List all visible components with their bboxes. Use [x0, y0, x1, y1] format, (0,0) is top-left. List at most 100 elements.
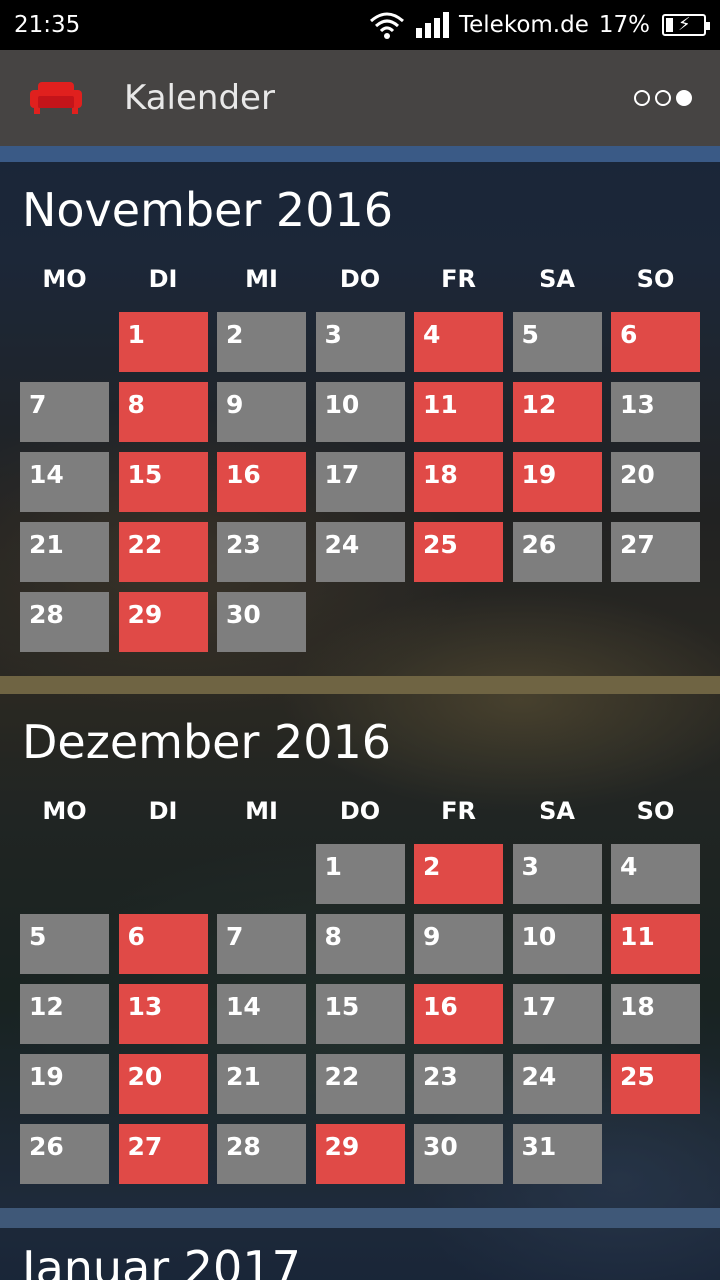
- carrier-name: Telekom.de: [459, 12, 589, 38]
- weekday-label: FR: [441, 265, 476, 293]
- month-january: Januar 2017: [0, 1208, 720, 1280]
- app-bar: Kalender: [0, 50, 720, 146]
- day-cell-highlighted[interactable]: 29: [118, 592, 208, 652]
- month-title: Dezember 2016: [22, 715, 392, 769]
- day-grid: 1 2 3 4 5 6 7 8 9 10 11 12 13 14 15 16 17 18 19 20 21 22 23 24 2…: [0, 312, 720, 652]
- day-cell-highlighted[interactable]: 11: [611, 914, 700, 974]
- day-cell[interactable]: 30: [414, 1124, 503, 1184]
- empty-cell: [217, 844, 306, 904]
- day-cell[interactable]: 14: [20, 452, 109, 512]
- day-cell[interactable]: 18: [611, 984, 700, 1044]
- day-cell[interactable]: 7: [217, 914, 306, 974]
- day-cell-highlighted[interactable]: 18: [414, 452, 503, 512]
- day-cell-highlighted[interactable]: 20: [118, 1054, 208, 1114]
- day-cell[interactable]: 10: [512, 914, 602, 974]
- weekday-label: MI: [245, 797, 278, 825]
- weekday-label: DO: [339, 265, 381, 293]
- day-cell[interactable]: 28: [217, 1124, 306, 1184]
- day-cell[interactable]: 22: [315, 1054, 405, 1114]
- day-cell[interactable]: 10: [315, 382, 405, 442]
- day-cell-highlighted[interactable]: 6: [611, 312, 700, 372]
- weekday-label: DI: [148, 797, 178, 825]
- battery-percent: 17%: [598, 12, 650, 38]
- month-title: Januar 2017: [22, 1241, 301, 1280]
- weekday-label: SO: [636, 797, 675, 825]
- pager-dot[interactable]: [655, 90, 671, 106]
- weekday-label: SO: [636, 265, 675, 293]
- day-cell-highlighted[interactable]: 6: [118, 914, 208, 974]
- day-cell-highlighted[interactable]: 19: [512, 452, 602, 512]
- day-cell-highlighted[interactable]: 4: [414, 312, 503, 372]
- day-cell[interactable]: 21: [217, 1054, 306, 1114]
- month-december: Dezember 2016 MO DI MI DO FR SA SO 1 2 3 4 5 6 7 8 9 10…: [0, 676, 720, 1208]
- day-cell-highlighted[interactable]: 25: [414, 522, 503, 582]
- day-cell[interactable]: 19: [20, 1054, 109, 1114]
- day-cell[interactable]: 23: [217, 522, 306, 582]
- day-cell[interactable]: 27: [611, 522, 700, 582]
- wifi-icon: [370, 12, 404, 39]
- status-time: 21:35: [14, 12, 81, 38]
- day-cell-highlighted[interactable]: 2: [414, 844, 503, 904]
- weekday-label: MO: [42, 265, 87, 293]
- day-cell-highlighted[interactable]: 22: [118, 522, 208, 582]
- day-cell[interactable]: 1: [315, 844, 405, 904]
- day-cell[interactable]: 3: [315, 312, 405, 372]
- day-cell[interactable]: 30: [217, 592, 306, 652]
- day-cell[interactable]: 9: [414, 914, 503, 974]
- day-cell[interactable]: 9: [217, 382, 306, 442]
- day-cell[interactable]: 4: [611, 844, 700, 904]
- day-cell[interactable]: 5: [512, 312, 602, 372]
- day-cell[interactable]: 24: [315, 522, 405, 582]
- weekday-header: MO DI MI DO FR SA SO: [0, 246, 720, 312]
- weekday-header: MO DI MI DO FR SA SO: [0, 778, 720, 844]
- day-cell[interactable]: 15: [315, 984, 405, 1044]
- day-cell[interactable]: 21: [20, 522, 109, 582]
- day-cell-highlighted[interactable]: 12: [512, 382, 602, 442]
- day-cell-highlighted[interactable]: 1: [118, 312, 208, 372]
- day-cell-highlighted[interactable]: 25: [611, 1054, 700, 1114]
- day-cell[interactable]: 26: [20, 1124, 109, 1184]
- day-cell[interactable]: 12: [20, 984, 109, 1044]
- day-cell-highlighted[interactable]: 15: [118, 452, 208, 512]
- day-cell-highlighted[interactable]: 16: [414, 984, 503, 1044]
- day-cell[interactable]: 26: [512, 522, 602, 582]
- weekday-label: MI: [245, 265, 278, 293]
- weekday-label: MO: [42, 797, 87, 825]
- day-cell-highlighted[interactable]: 13: [118, 984, 208, 1044]
- day-cell[interactable]: 2: [217, 312, 306, 372]
- pager-dot[interactable]: [676, 90, 692, 106]
- day-cell[interactable]: 20: [611, 452, 700, 512]
- day-cell[interactable]: 28: [20, 592, 109, 652]
- signal-icon: [416, 12, 449, 38]
- day-cell-highlighted[interactable]: 11: [414, 382, 503, 442]
- weekday-label: SA: [539, 797, 575, 825]
- day-cell-highlighted[interactable]: 29: [315, 1124, 405, 1184]
- day-cell[interactable]: 5: [20, 914, 109, 974]
- calendar-scroll-area[interactable]: November 2016 MO DI MI DO FR SA SO 1 2 3 4 5 6 7 8 9 10…: [0, 146, 720, 1280]
- day-cell-highlighted[interactable]: 27: [118, 1124, 208, 1184]
- status-bar: 21:35 Telekom.de 17% ⚡: [0, 0, 720, 50]
- day-cell[interactable]: 14: [217, 984, 306, 1044]
- pager-dot[interactable]: [634, 90, 650, 106]
- day-cell[interactable]: 23: [414, 1054, 503, 1114]
- day-cell[interactable]: 13: [611, 382, 700, 442]
- empty-cell: [119, 844, 208, 904]
- empty-cell: [20, 312, 109, 372]
- weekday-label: DO: [339, 797, 381, 825]
- day-cell[interactable]: 8: [315, 914, 405, 974]
- day-cell[interactable]: 24: [512, 1054, 602, 1114]
- app-title: Kalender: [124, 78, 275, 118]
- day-cell-highlighted[interactable]: 16: [217, 452, 306, 512]
- day-cell[interactable]: 7: [20, 382, 109, 442]
- day-cell[interactable]: 17: [512, 984, 602, 1044]
- day-cell[interactable]: 3: [512, 844, 602, 904]
- pager-dots[interactable]: [634, 90, 692, 106]
- empty-cell: [20, 844, 109, 904]
- day-cell[interactable]: 17: [315, 452, 405, 512]
- sofa-icon[interactable]: [28, 80, 84, 116]
- battery-charging-icon: ⚡: [662, 14, 710, 36]
- weekday-label: FR: [441, 797, 476, 825]
- weekday-label: DI: [148, 265, 178, 293]
- day-cell-highlighted[interactable]: 8: [118, 382, 208, 442]
- day-cell[interactable]: 31: [512, 1124, 602, 1184]
